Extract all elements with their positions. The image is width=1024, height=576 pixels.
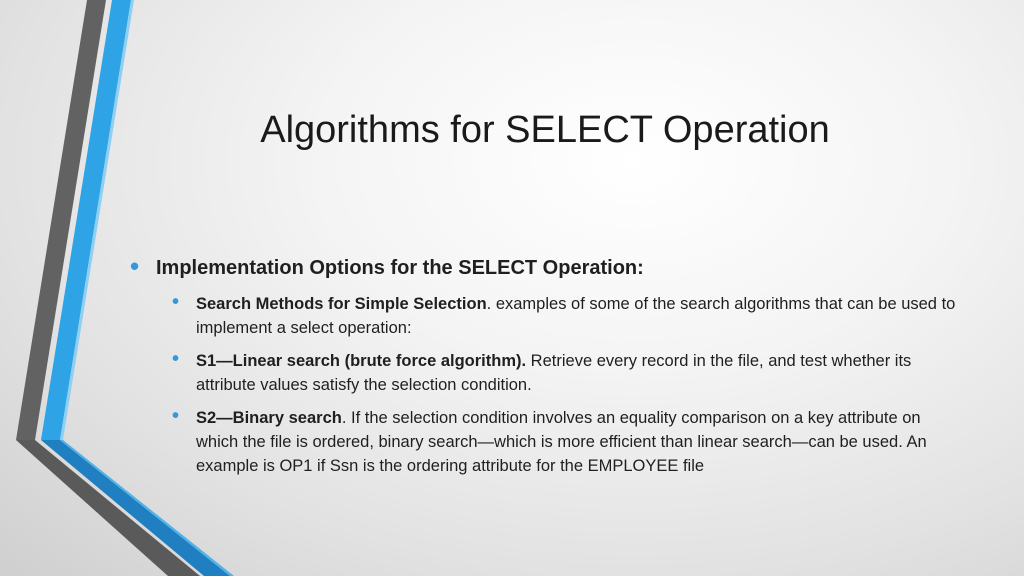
sub-bullet-item: • S2—Binary search. If the selection con… [170, 405, 960, 478]
bullet-icon: • [172, 291, 180, 313]
sub-bullet-item: • S1—Linear search (brute force algorith… [170, 348, 960, 397]
sub-bullet-bold: S2—Binary search [196, 409, 342, 427]
bullet-icon: • [172, 405, 180, 427]
sub-bullet-list: • Search Methods for Simple Selection. e… [170, 291, 960, 478]
slide-title: Algorithms for SELECT Operation [260, 109, 830, 151]
bullet-icon: • [130, 251, 140, 281]
sub-bullet-bold: Search Methods for Simple Selection [196, 295, 487, 313]
sub-bullet-bold: S1—Linear search (brute force algorithm)… [196, 352, 527, 370]
slide: Algorithms for SELECT Operation • Implem… [0, 0, 1024, 576]
bullet-icon: • [172, 348, 180, 370]
blue-stripe-highlight [60, 0, 134, 440]
main-bullet: • Implementation Options for the SELECT … [130, 250, 960, 286]
sub-bullet-item: • Search Methods for Simple Selection. e… [170, 291, 960, 340]
main-bullet-text: Implementation Options for the SELECT Op… [156, 257, 644, 279]
slide-content: • Implementation Options for the SELECT … [130, 250, 960, 487]
